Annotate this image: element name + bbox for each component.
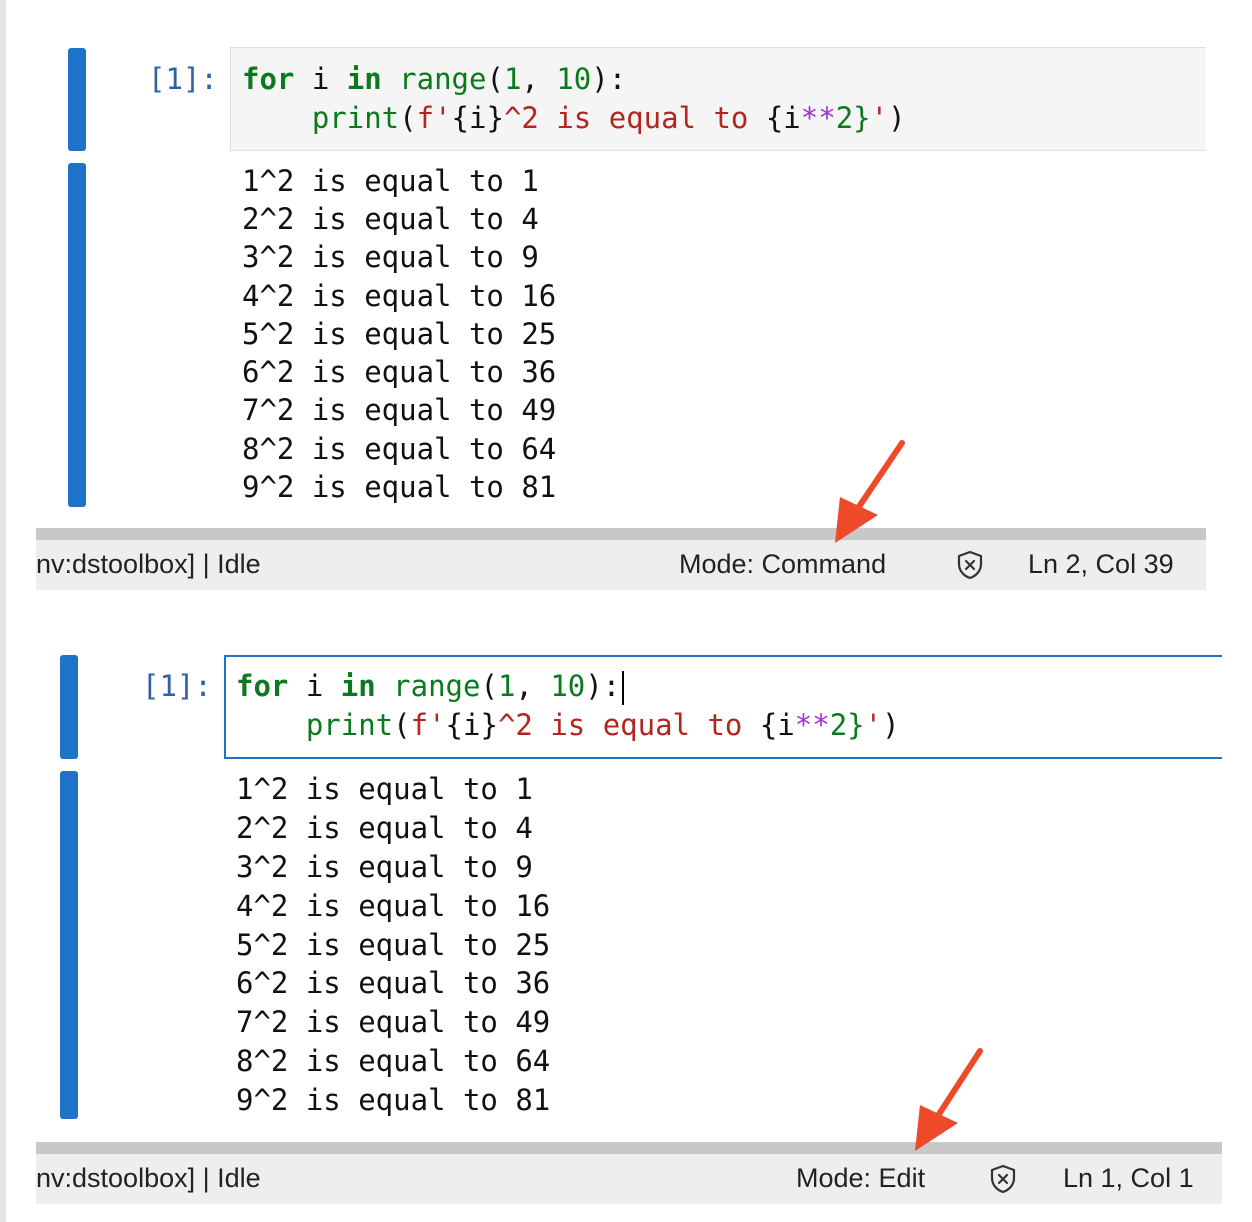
status-bar: nv:dstoolbox] | Idle Mode: Command Ln 2,… [36, 540, 1206, 590]
output-line: 9^2 is equal to 81 [236, 1083, 551, 1117]
output-line: 5^2 is equal to 25 [236, 928, 551, 962]
panel-divider [36, 528, 1206, 540]
output-line: 1^2 is equal to 1 [236, 772, 533, 806]
cursor-position[interactable]: Ln 2, Col 39 [1028, 549, 1174, 580]
shield-x-icon[interactable] [954, 549, 986, 581]
output-line: 8^2 is equal to 64 [242, 432, 557, 466]
output-line: 8^2 is equal to 64 [236, 1044, 551, 1078]
annotation-arrow [915, 1048, 983, 1151]
code-line-2: print(f'{i}^2 is equal to {i**2}') [311, 101, 906, 135]
output-line: 1^2 is equal to 1 [242, 164, 539, 198]
output-line: 6^2 is equal to 36 [236, 966, 551, 1000]
output-line: 3^2 is equal to 9 [236, 850, 533, 884]
output-line: 2^2 is equal to 4 [242, 202, 539, 236]
shield-x-icon[interactable] [987, 1163, 1019, 1195]
cell-input-collapser[interactable] [60, 655, 78, 759]
output-line: 5^2 is equal to 25 [242, 317, 557, 351]
panel-divider [36, 1142, 1222, 1154]
cell-output-collapser[interactable] [60, 771, 78, 1119]
output-line: 6^2 is equal to 36 [242, 355, 557, 389]
mode-indicator: Mode: Command [679, 549, 887, 579]
input-prompt: [1]: [142, 669, 212, 703]
cell-output-collapser[interactable] [68, 163, 86, 507]
code-line-1: for i in range(1, 10): [242, 62, 627, 96]
text-cursor [622, 671, 625, 705]
code-line-2: print(f'{i}^2 is equal to {i**2}') [305, 708, 900, 742]
mode-indicator: Mode: Edit [796, 1163, 926, 1193]
cell-input-collapser[interactable] [68, 48, 86, 151]
code-line-1: for i in range(1, 10): [236, 669, 625, 705]
output-line: 2^2 is equal to 4 [236, 811, 533, 845]
input-prompt: [1]: [148, 62, 218, 96]
kernel-status[interactable]: nv:dstoolbox] | Idle [36, 1163, 261, 1194]
output-line: 3^2 is equal to 9 [242, 240, 539, 274]
output-line: 7^2 is equal to 49 [242, 393, 557, 427]
window-left-border [0, 0, 6, 1222]
cursor-position[interactable]: Ln 1, Col 1 [1063, 1163, 1194, 1194]
status-bar: nv:dstoolbox] | Idle Mode: Edit Ln 1, Co… [36, 1154, 1222, 1204]
output-line: 9^2 is equal to 81 [242, 470, 557, 504]
annotation-arrow [835, 440, 905, 543]
output-line: 7^2 is equal to 49 [236, 1005, 551, 1039]
output-line: 4^2 is equal to 16 [242, 279, 557, 313]
output-line: 4^2 is equal to 16 [236, 889, 551, 923]
kernel-status[interactable]: nv:dstoolbox] | Idle [36, 549, 261, 580]
